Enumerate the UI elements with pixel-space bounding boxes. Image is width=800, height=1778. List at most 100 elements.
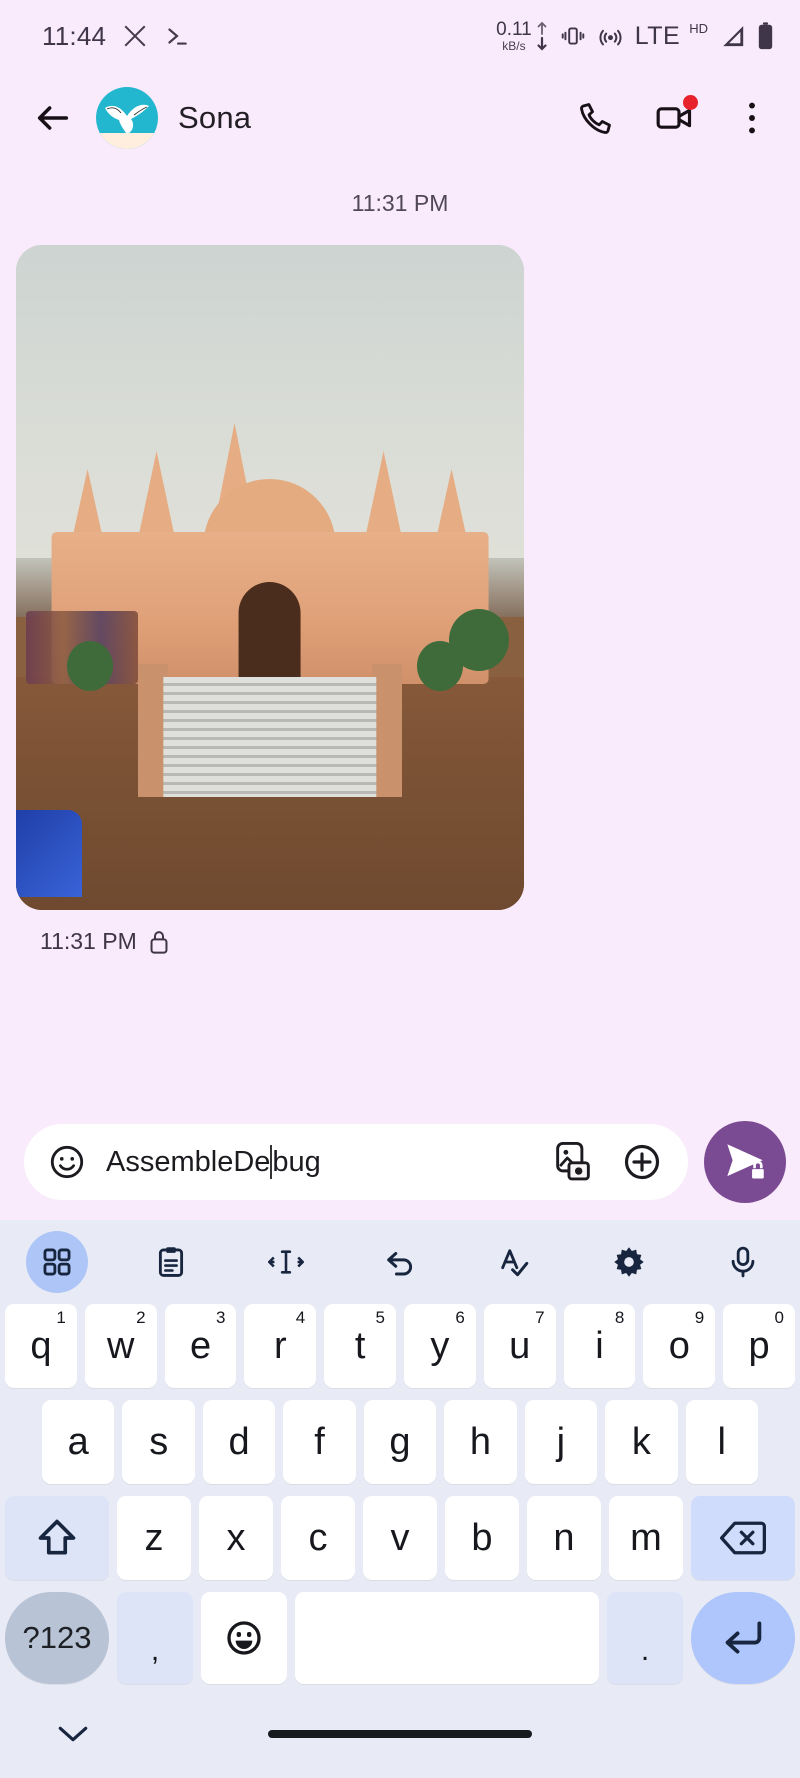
hotspot-icon [597, 23, 624, 50]
microphone-icon[interactable] [712, 1231, 774, 1293]
terminal-icon [164, 23, 190, 49]
undo-icon[interactable] [369, 1231, 431, 1293]
message-meta: 11:31 PM [40, 928, 524, 955]
input-bar-icons [552, 1141, 662, 1183]
key-e[interactable]: 3e [164, 1304, 237, 1388]
comma-key[interactable]: , [117, 1592, 193, 1684]
symbols-key[interactable]: ?123 [5, 1592, 109, 1684]
more-vertical-icon [737, 101, 767, 135]
contact-name[interactable]: Sona [178, 100, 251, 136]
key-t[interactable]: 5t [324, 1304, 396, 1388]
plus-circle-icon[interactable] [622, 1142, 662, 1182]
signal-icon [719, 23, 746, 50]
key-n[interactable]: n [527, 1496, 601, 1580]
network-type-label: LTE [634, 21, 681, 50]
clipboard-icon[interactable] [140, 1231, 202, 1293]
key-label: q [30, 1324, 52, 1367]
keyboard-row-2: a s d f g h j k l [5, 1400, 795, 1484]
key-s[interactable]: s [122, 1400, 195, 1484]
photo-tree [66, 640, 113, 691]
message-text-before-caret: AssembleDe [106, 1145, 271, 1178]
key-label: p [748, 1324, 770, 1367]
message-text-field[interactable]: AssembleDe bug [106, 1145, 532, 1179]
gallery-camera-icon[interactable] [552, 1141, 594, 1183]
keyboard-row-1: 1q 2w 3e 4r 5t 6y 7u 8i 9o 0p [5, 1304, 795, 1388]
key-c[interactable]: c [281, 1496, 355, 1580]
key-k[interactable]: k [605, 1400, 678, 1484]
emoji-smiley-icon[interactable] [48, 1143, 86, 1181]
key-f[interactable]: f [283, 1400, 356, 1484]
photo-stairs [163, 677, 377, 797]
status-bar-right: 0.11 kB/s LTE HD [496, 20, 774, 52]
key-r[interactable]: 4r [244, 1304, 317, 1388]
hide-keyboard-button[interactable] [56, 1722, 90, 1746]
key-i[interactable]: 8i [563, 1304, 636, 1388]
video-call-button[interactable] [652, 95, 698, 140]
key-w[interactable]: 2w [84, 1304, 157, 1388]
backspace-key[interactable] [691, 1496, 795, 1580]
key-label: w [106, 1324, 135, 1367]
spellcheck-icon[interactable] [483, 1231, 545, 1293]
key-u[interactable]: 7u [483, 1304, 556, 1388]
key-a[interactable]: a [42, 1400, 115, 1484]
keyboard: 1q 2w 3e 4r 5t 6y 7u 8i 9o 0p a s d f g … [0, 1220, 800, 1778]
text-cursor-move-icon[interactable] [255, 1231, 317, 1293]
status-clock: 11:44 [42, 20, 107, 51]
call-button[interactable] [574, 96, 618, 140]
avatar[interactable] [96, 87, 158, 149]
day-separator: 11:31 PM [351, 190, 449, 216]
key-superscript: 4 [295, 1308, 306, 1327]
gear-icon[interactable] [598, 1231, 660, 1293]
key-label: t [354, 1324, 366, 1367]
send-button[interactable] [704, 1121, 786, 1203]
back-button[interactable] [30, 95, 76, 141]
photo-blue-cloth [16, 810, 83, 897]
key-y[interactable]: 6y [404, 1304, 476, 1388]
key-g[interactable]: g [363, 1400, 437, 1484]
keyboard-row-4: ?123 , . [5, 1592, 795, 1684]
key-superscript: 8 [614, 1308, 625, 1327]
key-label: y [430, 1324, 450, 1367]
key-superscript: 3 [215, 1308, 226, 1327]
enter-key[interactable] [691, 1592, 795, 1684]
bird-avatar [96, 87, 158, 149]
key-l[interactable]: l [685, 1400, 758, 1484]
key-label: u [509, 1324, 531, 1367]
message-timestamp: 11:31 PM [40, 928, 137, 954]
phone-icon [577, 99, 615, 137]
temple-photo[interactable] [16, 245, 524, 910]
x-app-icon [122, 23, 148, 49]
key-z[interactable]: z [117, 1496, 191, 1580]
period-key[interactable]: . [607, 1592, 683, 1684]
key-v[interactable]: v [363, 1496, 437, 1580]
key-b[interactable]: b [445, 1496, 519, 1580]
key-h[interactable]: h [444, 1400, 517, 1484]
key-q[interactable]: 1q [5, 1304, 77, 1388]
key-p[interactable]: 0p [723, 1304, 795, 1388]
shift-key[interactable] [5, 1496, 109, 1580]
gesture-navigation-bar[interactable] [268, 1730, 532, 1738]
enter-return-icon [721, 1618, 765, 1658]
video-notification-badge [683, 95, 698, 110]
chat-area: 11:31 PM 11:31 PM [0, 164, 800, 1104]
key-superscript: 7 [535, 1308, 545, 1327]
shift-up-icon [35, 1516, 79, 1560]
key-m[interactable]: m [609, 1496, 683, 1580]
key-superscript: 9 [694, 1308, 705, 1327]
key-d[interactable]: d [202, 1400, 276, 1484]
space-key[interactable] [295, 1592, 599, 1684]
message-bubble-image[interactable]: 11:31 PM [16, 245, 524, 955]
emoji-smiley-icon [224, 1618, 264, 1658]
app-bar-actions [574, 95, 774, 140]
message-input-bar[interactable]: AssembleDe bug [24, 1124, 688, 1200]
emoji-key[interactable] [201, 1592, 287, 1684]
lock-icon [149, 930, 169, 954]
key-superscript: 1 [56, 1308, 66, 1327]
key-o[interactable]: 9o [643, 1304, 716, 1388]
key-x[interactable]: x [199, 1496, 273, 1580]
network-speed-unit: kB/s [502, 39, 526, 53]
key-j[interactable]: j [524, 1400, 598, 1484]
grid-menu-icon[interactable] [26, 1231, 88, 1293]
overflow-menu-button[interactable] [730, 96, 774, 140]
send-secure-icon [722, 1139, 768, 1185]
